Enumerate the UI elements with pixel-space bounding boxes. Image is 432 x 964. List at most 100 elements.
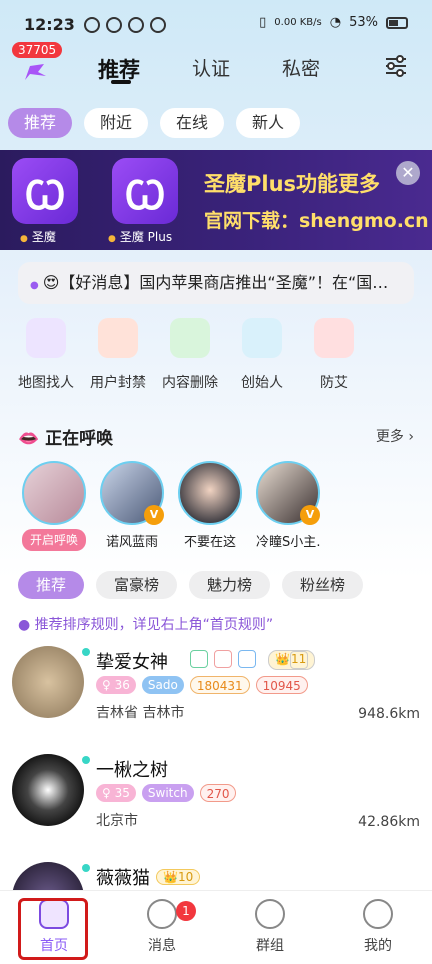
- crown-icon: [242, 318, 282, 358]
- app-notification-icon: [106, 17, 122, 33]
- notification-icons: [84, 17, 166, 33]
- role-tag: Switch: [141, 784, 194, 802]
- caller-name: 冷瞳S小主…: [256, 535, 320, 550]
- news-text: 😍【好消息】国内苹果商店推出“圣魔”！在“国…: [42, 273, 389, 292]
- rank-charm[interactable]: 魅力榜: [189, 571, 271, 599]
- list-item[interactable]: 挚爱女神 👑11 ♀ 36 Sado 180431 10945 吉林省 吉林市 …: [12, 646, 420, 738]
- nav-groups[interactable]: 群组: [216, 899, 324, 955]
- caller-item[interactable]: V 冷瞳S小主…: [256, 461, 320, 551]
- status-time: 12:23: [24, 15, 75, 34]
- status-bar: 12:23 ▯ 0.00 KB/s ◔ 53%: [0, 0, 432, 50]
- user-distance: 42.86km: [358, 814, 420, 830]
- network-speed: 0.00 KB/s: [274, 17, 322, 28]
- chip-recommend[interactable]: 推荐: [8, 108, 73, 138]
- app-notification-icon: [84, 17, 100, 33]
- feature-delete[interactable]: 内容删除: [160, 318, 220, 392]
- caller-item[interactable]: V 诺风蓝雨: [100, 461, 164, 551]
- tab-private[interactable]: 私密: [282, 50, 320, 84]
- caller-item[interactable]: 不要在这: [178, 461, 242, 551]
- chip-online[interactable]: 在线: [160, 108, 225, 138]
- feature-founder[interactable]: 创始人: [232, 318, 292, 392]
- ribbon-heart-icon: [314, 318, 354, 358]
- avatar: V: [100, 461, 164, 525]
- lips-icon: 👄: [18, 429, 46, 449]
- news-ticker[interactable]: ● 😍【好消息】国内苹果商店推出“圣魔”！在“国…: [18, 262, 414, 304]
- chip-nearby[interactable]: 附近: [84, 108, 149, 138]
- id-verify-icon: [214, 650, 232, 668]
- nav-label: 我的: [364, 938, 392, 954]
- sort-rule-hint: ● 推荐排序规则，详见右上角“首页规则”: [18, 614, 273, 634]
- filter-chips: 推荐 附近 在线 新人: [8, 108, 301, 138]
- filter-settings-icon[interactable]: [384, 55, 408, 77]
- user-name: 薇薇猫 👑10: [96, 864, 201, 890]
- user-name: 挚爱女神: [96, 652, 168, 673]
- start-calling-button[interactable]: 开启呼唤: [22, 529, 86, 551]
- list-item[interactable]: 一楸之树 ♀ 35 Switch 270 北京市 42.86km: [12, 754, 420, 846]
- promo-banner[interactable]: 圣魔 圣魔 Plus 圣魔Plus功能更多 官网下载：shengmo.cn: [0, 150, 432, 250]
- feature-grid: 地图找人 用户封禁 内容删除 创始人 防艾: [16, 318, 364, 392]
- feature-label: 地图找人: [18, 375, 74, 391]
- feature-aids[interactable]: 防艾: [304, 318, 364, 392]
- face-verify-icon: [190, 650, 208, 668]
- tab-verified[interactable]: 认证: [192, 50, 230, 84]
- map-pin-icon: [26, 318, 66, 358]
- top-nav: 37705 推荐 认证 私密: [0, 42, 432, 100]
- age-value: 36: [114, 678, 130, 692]
- verified-icon: V: [144, 505, 164, 525]
- message-badge: 1: [176, 901, 196, 921]
- chevron-right-icon: ›: [408, 429, 414, 445]
- battery-icon: [386, 16, 408, 29]
- battery-text: 53%: [349, 15, 378, 30]
- feature-map[interactable]: 地图找人: [16, 318, 76, 392]
- level-text: 11: [289, 651, 308, 669]
- rank-fans[interactable]: 粉丝榜: [282, 571, 364, 599]
- caller-name: 不要在这: [183, 535, 236, 550]
- app-icon: [12, 158, 78, 224]
- rank-rich[interactable]: 富豪榜: [96, 571, 178, 599]
- age-tag: ♀ 36: [96, 676, 136, 694]
- nav-label: 消息: [148, 938, 176, 954]
- more-label: 更多: [375, 429, 404, 445]
- age-value: 35: [114, 786, 130, 800]
- feature-ban[interactable]: 用户封禁: [88, 318, 148, 392]
- caller-self[interactable]: 开启呼唤: [22, 461, 86, 551]
- close-icon[interactable]: ✕: [396, 161, 420, 185]
- feature-label: 用户封禁: [90, 375, 146, 391]
- more-link[interactable]: 更多 ›: [376, 426, 414, 446]
- chip-new[interactable]: 新人: [236, 108, 301, 138]
- nav-messages[interactable]: 消息: [108, 899, 216, 955]
- level-text: 10: [177, 870, 194, 884]
- app-notification-icon: [150, 17, 166, 33]
- avatar: [178, 461, 242, 525]
- dot-icon: ●: [18, 617, 35, 633]
- verified-icon: V: [300, 505, 320, 525]
- vibrate-icon: ▯: [259, 15, 267, 30]
- user-tags: ♀ 35 Switch 270: [96, 784, 237, 802]
- crown-level: 👑10: [156, 869, 201, 885]
- rank-recommend[interactable]: 推荐: [18, 571, 85, 599]
- role-tag: Sado: [141, 676, 184, 694]
- active-tab-indicator: [111, 80, 131, 84]
- banner-title: 圣魔Plus功能更多: [204, 172, 381, 196]
- wealth-tag: 180431: [189, 676, 250, 694]
- user-tags: ♀ 36 Sado 180431 10945: [96, 676, 308, 694]
- banner-url: 官网下载：shengmo.cn: [204, 210, 429, 232]
- feature-label: 创始人: [241, 375, 283, 391]
- tab-recommend[interactable]: 推荐: [98, 50, 140, 84]
- user-location: 吉林省 吉林市: [96, 705, 185, 721]
- user-location: 北京市: [96, 813, 138, 829]
- group-icon: [255, 899, 285, 929]
- video-verify-icon: [238, 650, 256, 668]
- user-icon: [363, 899, 393, 929]
- crown-level: 👑11: [268, 650, 315, 670]
- feature-label: 防艾: [320, 375, 348, 391]
- wifi-icon: ◔: [329, 15, 342, 30]
- avatar: V: [256, 461, 320, 525]
- nav-me[interactable]: 我的: [324, 899, 432, 955]
- app-plus-icon: [112, 158, 178, 224]
- chat-icon: [147, 899, 177, 929]
- calling-title: 正在呼唤: [45, 429, 114, 449]
- calling-header: 👄 正在呼唤 更多 ›: [18, 424, 414, 449]
- status-right: ▯ 0.00 KB/s ◔ 53%: [259, 15, 408, 30]
- avatar: [12, 646, 84, 718]
